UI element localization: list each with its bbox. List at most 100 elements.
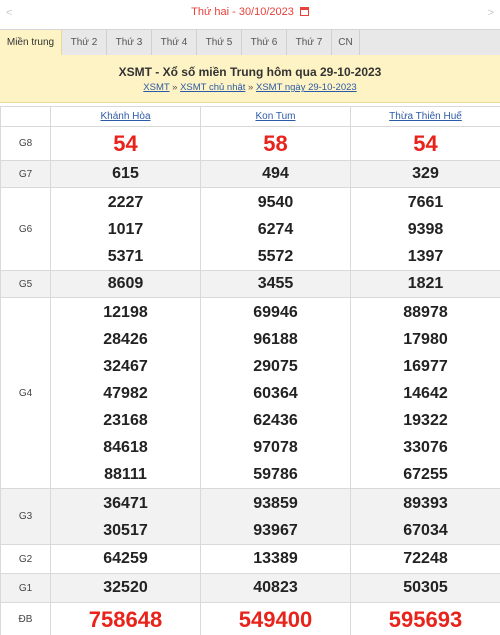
prize-number: 40823 <box>200 573 351 603</box>
prize-number: 16977 <box>403 357 448 375</box>
prize-number: 69946 <box>253 303 298 321</box>
prize-number: 54 <box>350 126 500 161</box>
prize-cell: 36471 30517 <box>50 488 201 545</box>
results-table: Khánh Hòa Kon Tum Thừa Thiên Huế G8 54 5… <box>0 106 500 635</box>
prize-cell: 89393 67034 <box>350 488 500 545</box>
prize-number: 72248 <box>350 544 500 574</box>
prize-number: 88111 <box>104 465 147 483</box>
prize-label: ĐB <box>0 602 51 635</box>
prize-label: G6 <box>0 187 51 271</box>
prize-number: 59786 <box>253 465 298 483</box>
prize-number: 14642 <box>403 384 448 402</box>
prize-row-g3: G3 36471 30517 93859 93967 89393 67034 <box>0 488 500 545</box>
calendar-icon[interactable] <box>299 7 309 16</box>
tab-cn[interactable]: CN <box>332 30 360 56</box>
prize-row-g4: G4 12198 28426 32467 47982 23168 84618 8… <box>0 297 500 489</box>
next-day-arrow-icon[interactable]: > <box>488 7 494 19</box>
results-header: XSMT - Xổ số miền Trung hôm qua 29-10-20… <box>0 55 500 103</box>
special-prize-number: 758648 <box>50 602 201 635</box>
prize-label: G2 <box>0 544 51 574</box>
province-link-khanh-hoa[interactable]: Khánh Hòa <box>100 111 150 122</box>
tab-thu-5[interactable]: Thứ 5 <box>197 30 242 56</box>
prize-cell: 93859 93967 <box>200 488 351 545</box>
prize-number: 67034 <box>403 521 448 539</box>
prize-number: 88978 <box>403 303 448 321</box>
prize-row-g2: G2 64259 13389 72248 <box>0 544 500 574</box>
prize-row-special: ĐB 758648 549400 595693 <box>0 602 500 635</box>
prize-number: 54 <box>50 126 201 161</box>
breadcrumb-separator: » <box>248 82 254 93</box>
prize-number: 29075 <box>253 357 298 375</box>
prize-number: 62436 <box>253 411 298 429</box>
date-label: Thứ hai - 30/10/2023 <box>191 6 294 18</box>
date-bar: < Thứ hai - 30/10/2023 > <box>0 0 500 28</box>
prize-number: 89393 <box>403 494 448 512</box>
province-header: Thừa Thiên Huế <box>350 106 500 127</box>
prize-cell: 12198 28426 32467 47982 23168 84618 8811… <box>50 297 201 489</box>
day-tabs: Miền trung Thứ 2 Thứ 3 Thứ 4 Thứ 5 Thứ 6… <box>0 29 500 56</box>
prize-row-g6: G6 2227 1017 5371 9540 6274 5572 7661 93… <box>0 187 500 271</box>
tab-thu-7[interactable]: Thứ 7 <box>287 30 332 56</box>
prize-number: 5371 <box>107 247 144 265</box>
prize-cell: 69946 96188 29075 60364 62436 97078 5978… <box>200 297 351 489</box>
prize-label: G4 <box>0 297 51 489</box>
prize-number: 13389 <box>200 544 351 574</box>
prize-number: 67255 <box>403 465 448 483</box>
tab-thu-4[interactable]: Thứ 4 <box>152 30 197 56</box>
prize-row-g7: G7 615 494 329 <box>0 160 500 188</box>
prize-number: 9398 <box>407 220 444 238</box>
corner-cell <box>0 106 51 127</box>
prize-number: 36471 <box>103 494 148 512</box>
prize-number: 329 <box>350 160 500 188</box>
tab-thu-6[interactable]: Thứ 6 <box>242 30 287 56</box>
prize-label: G1 <box>0 573 51 603</box>
prize-number: 615 <box>50 160 201 188</box>
page-title: XSMT - Xổ số miền Trung hôm qua 29-10-20… <box>118 65 382 79</box>
province-link-thua-thien-hue[interactable]: Thừa Thiên Huế <box>389 111 462 122</box>
prize-number: 17980 <box>403 330 448 348</box>
breadcrumb-xsmt-date[interactable]: XSMT ngày 29-10-2023 <box>256 82 357 93</box>
prize-number: 3455 <box>200 270 351 298</box>
prize-number: 1017 <box>107 220 144 238</box>
prize-row-g8: G8 54 58 54 <box>0 126 500 161</box>
prize-number: 494 <box>200 160 351 188</box>
prize-cell: 2227 1017 5371 <box>50 187 201 271</box>
prize-number: 7661 <box>407 193 444 211</box>
breadcrumb-xsmt-chu-nhat[interactable]: XSMT chủ nhật <box>180 82 245 93</box>
tab-mien-trung[interactable]: Miền trung <box>0 30 62 56</box>
special-prize-number: 549400 <box>200 602 351 635</box>
prize-cell: 7661 9398 1397 <box>350 187 500 271</box>
prize-number: 12198 <box>103 303 148 321</box>
prize-number: 19322 <box>403 411 448 429</box>
tab-thu-3[interactable]: Thứ 3 <box>107 30 152 56</box>
province-header: Kon Tum <box>200 106 351 127</box>
tab-thu-2[interactable]: Thứ 2 <box>62 30 107 56</box>
prize-cell: 9540 6274 5572 <box>200 187 351 271</box>
prize-number: 97078 <box>253 438 298 456</box>
prize-number: 8609 <box>50 270 201 298</box>
prize-number: 64259 <box>50 544 201 574</box>
prize-number: 2227 <box>107 193 144 211</box>
current-date: Thứ hai - 30/10/2023 <box>0 6 500 18</box>
prize-number: 1821 <box>350 270 500 298</box>
prize-label: G8 <box>0 126 51 161</box>
breadcrumb-separator: » <box>172 82 178 93</box>
breadcrumb: XSMT » XSMT chủ nhật » XSMT ngày 29-10-2… <box>0 82 500 93</box>
prize-number: 23168 <box>103 411 148 429</box>
prize-number: 28426 <box>103 330 148 348</box>
prize-label: G5 <box>0 270 51 298</box>
prize-number: 32467 <box>103 357 148 375</box>
prize-cell: 88978 17980 16977 14642 19322 33076 6725… <box>350 297 500 489</box>
breadcrumb-xsmt[interactable]: XSMT <box>143 82 169 93</box>
prize-number: 5572 <box>257 247 294 265</box>
prize-number: 60364 <box>253 384 298 402</box>
prize-label: G3 <box>0 488 51 545</box>
prize-number: 30517 <box>103 521 148 539</box>
province-link-kon-tum[interactable]: Kon Tum <box>255 111 295 122</box>
prize-number: 84618 <box>103 438 148 456</box>
prize-number: 58 <box>200 126 351 161</box>
prize-label: G7 <box>0 160 51 188</box>
province-header: Khánh Hòa <box>50 106 201 127</box>
prize-number: 6274 <box>257 220 294 238</box>
prize-row-g1: G1 32520 40823 50305 <box>0 573 500 603</box>
